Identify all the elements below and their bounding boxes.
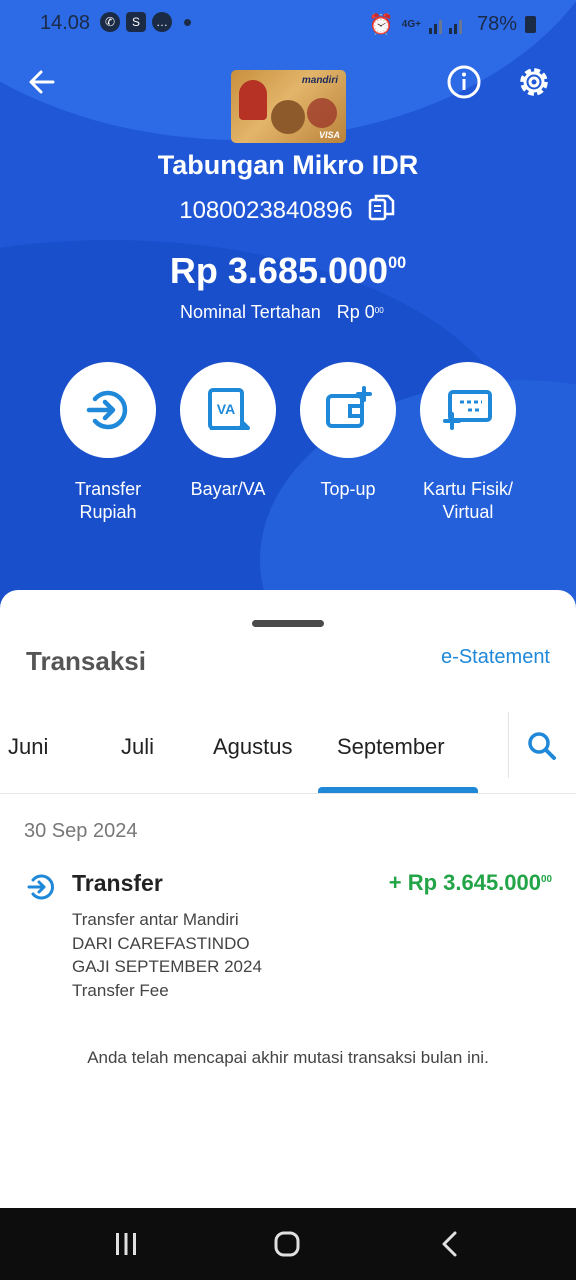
- transfer-icon: [27, 874, 54, 900]
- notification-dot-icon: [184, 18, 191, 26]
- recent-apps-icon: [116, 1233, 136, 1255]
- debit-card-image[interactable]: mandiri VISA: [231, 70, 346, 143]
- held-amount-row: Nominal Tertahan Rp 000: [180, 302, 384, 323]
- tab-september[interactable]: September: [337, 734, 445, 760]
- tab-juli[interactable]: Juli: [121, 734, 154, 760]
- status-bar: 14.08 ✆ S … ⏰ 4G+ 78%: [0, 0, 576, 48]
- held-value: Rp 000: [336, 302, 384, 322]
- recent-apps-button[interactable]: [106, 1228, 146, 1260]
- action-transfer-rupiah[interactable]: Transfer Rupiah: [48, 362, 168, 524]
- home-icon: [274, 1231, 300, 1257]
- transfer-icon: [86, 390, 128, 430]
- gear-icon: [520, 68, 548, 96]
- transaction-date: 30 Sep 2024: [24, 820, 138, 842]
- search-button[interactable]: [526, 730, 558, 762]
- copy-button[interactable]: [367, 192, 397, 229]
- battery-icon: [525, 16, 536, 33]
- transaction-amount: + Rp 3.645.00000: [388, 870, 552, 895]
- action-kartu-fisik-virtual[interactable]: Kartu Fisik/Virtual: [408, 362, 528, 524]
- action-top-up[interactable]: Top-up: [288, 362, 408, 501]
- shopping-bag-icon: S: [126, 12, 146, 32]
- tab-agustus[interactable]: Agustus: [213, 734, 293, 760]
- transaction-description: Transfer antar Mandiri DARI CAREFASTINDO…: [72, 910, 262, 1000]
- whatsapp-icon: ✆: [100, 12, 120, 32]
- card-icon: [443, 390, 492, 430]
- info-icon: [447, 65, 481, 99]
- sheet-drag-handle[interactable]: [252, 620, 324, 627]
- chevron-left-icon: [442, 1231, 457, 1257]
- back-button[interactable]: [22, 62, 62, 102]
- battery-percent: 78%: [476, 13, 517, 35]
- chat-icon: …: [152, 12, 172, 32]
- status-time: 14.08: [40, 12, 91, 34]
- wallet-topup-icon: [326, 386, 372, 428]
- balance-amount: Rp 3.685.00000: [169, 250, 407, 291]
- arrow-left-icon: [29, 70, 55, 94]
- active-tab-indicator: [318, 787, 478, 793]
- copy-icon: [368, 194, 395, 221]
- card-brand: mandiri: [301, 75, 338, 86]
- va-icon: VA: [208, 388, 250, 430]
- tabs-divider: [508, 712, 509, 778]
- account-name: Tabungan Mikro IDR: [157, 150, 419, 180]
- e-statement-link[interactable]: e-Statement: [441, 646, 550, 669]
- home-button[interactable]: [268, 1228, 308, 1260]
- transactions-sheet: Transaksi e-Statement Juni Juli Agustus …: [0, 590, 576, 1208]
- svg-text:VA: VA: [217, 401, 235, 417]
- alarm-icon: ⏰: [368, 14, 394, 36]
- network-type: 4G+: [401, 19, 421, 30]
- action-bayar-va[interactable]: VA Bayar/VA: [168, 362, 288, 501]
- account-header: 14.08 ✆ S … ⏰ 4G+ 78% mandiri VISA Tabun…: [0, 0, 576, 640]
- settings-button[interactable]: [514, 62, 554, 102]
- back-nav-button[interactable]: [430, 1228, 470, 1260]
- transactions-title: Transaksi: [26, 646, 146, 676]
- info-button[interactable]: [446, 64, 482, 100]
- transaction-title: Transfer: [72, 870, 163, 896]
- held-label: Nominal Tertahan: [180, 302, 321, 322]
- signal-icon: [428, 19, 462, 34]
- month-tabs: Juni Juli Agustus September: [0, 710, 576, 794]
- tab-juni[interactable]: Juni: [8, 734, 48, 760]
- card-network: VISA: [318, 130, 340, 140]
- account-number: 1080023840896: [179, 196, 353, 224]
- search-icon: [528, 732, 556, 760]
- end-of-list-note: Anda telah mencapai akhir mutasi transak…: [87, 1048, 489, 1067]
- system-nav-bar: [0, 1208, 576, 1280]
